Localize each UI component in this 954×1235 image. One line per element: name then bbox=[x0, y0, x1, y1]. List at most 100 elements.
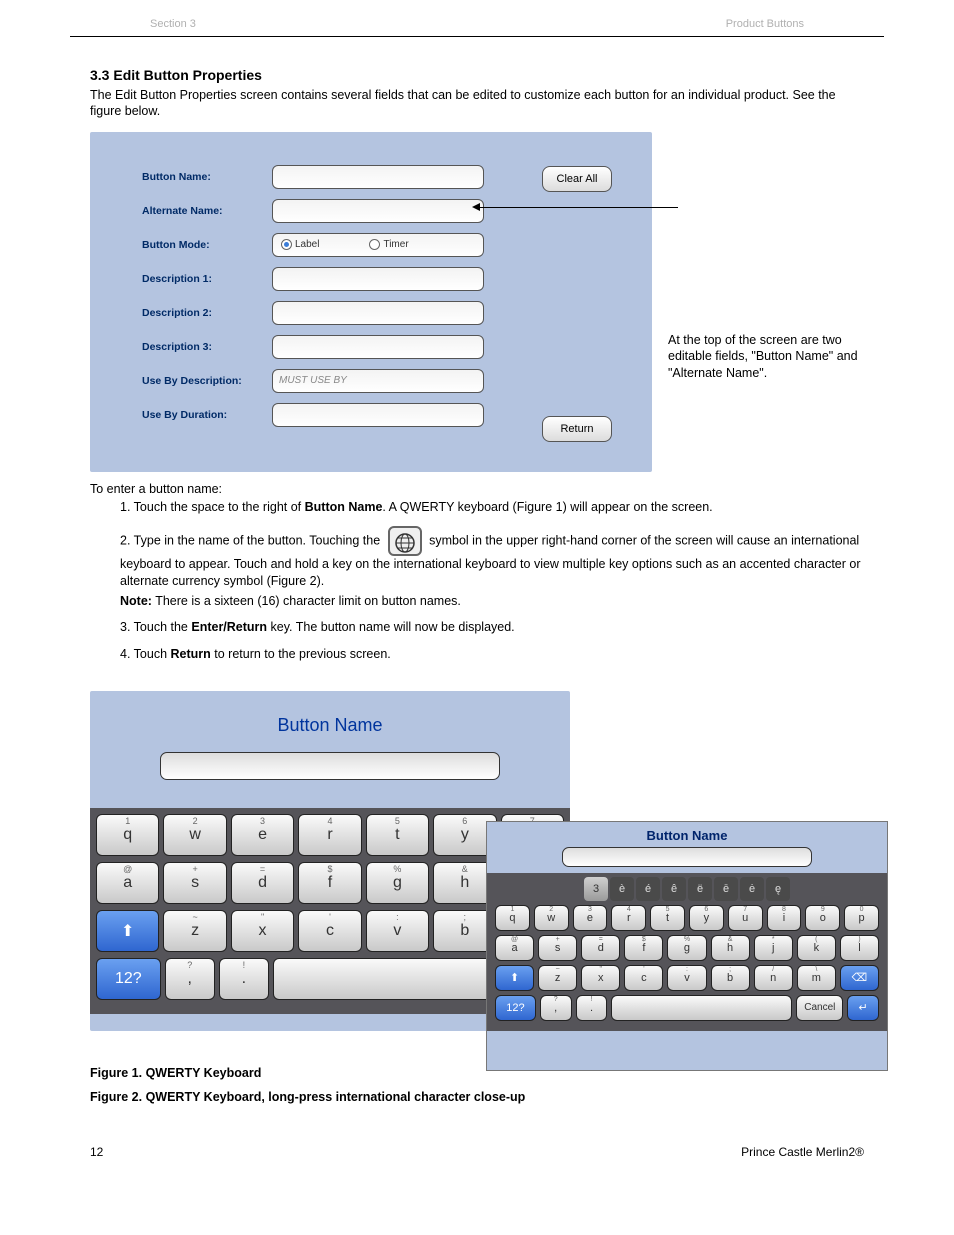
key-r[interactable]: 4r bbox=[611, 905, 646, 931]
key-z[interactable]: ~z bbox=[538, 965, 577, 991]
input-usebydesc[interactable] bbox=[272, 369, 484, 393]
key-⬆[interactable]: ⬆ bbox=[96, 910, 159, 952]
key-s[interactable]: +s bbox=[538, 935, 577, 961]
input-usebydur[interactable] bbox=[272, 403, 484, 427]
input-alternate-name[interactable] bbox=[272, 199, 484, 223]
key-.[interactable]: !. bbox=[219, 958, 269, 1000]
accent-key-ë[interactable]: ë bbox=[688, 877, 712, 901]
key-y[interactable]: 6y bbox=[689, 905, 724, 931]
kb1-input[interactable] bbox=[160, 752, 500, 780]
section-title: 3.3 Edit Button Properties bbox=[90, 67, 954, 83]
key-x[interactable]: "x bbox=[581, 965, 620, 991]
footer-product: Prince Castle Merlin2® bbox=[741, 1145, 864, 1159]
input-desc1[interactable] bbox=[272, 267, 484, 291]
callout-arrow bbox=[478, 207, 678, 208]
radio-label-option[interactable]: Label bbox=[281, 239, 319, 250]
page-header: Section 3 Product Buttons bbox=[70, 0, 884, 37]
input-desc2[interactable] bbox=[272, 301, 484, 325]
key-u[interactable]: 7u bbox=[728, 905, 763, 931]
key-↵[interactable]: ↵ bbox=[847, 995, 879, 1021]
key-c[interactable]: 'c bbox=[298, 910, 361, 952]
figure2-caption: Figure 2. QWERTY Keyboard, long-press in… bbox=[90, 1090, 525, 1104]
radio-icon bbox=[281, 239, 292, 250]
key-e[interactable]: 3e bbox=[231, 814, 294, 856]
input-button-name[interactable] bbox=[272, 165, 484, 189]
key-space[interactable] bbox=[611, 995, 792, 1021]
radio-timer-option[interactable]: Timer bbox=[369, 239, 408, 250]
key-s[interactable]: +s bbox=[163, 862, 226, 904]
key-p[interactable]: 0p bbox=[844, 905, 879, 931]
step-intro: To enter a button name: bbox=[90, 482, 864, 496]
label-usebydur: Use By Duration: bbox=[142, 409, 272, 421]
key-r[interactable]: 4r bbox=[298, 814, 361, 856]
key-,[interactable]: ?, bbox=[165, 958, 215, 1000]
key-c[interactable]: 'c bbox=[624, 965, 663, 991]
key-⬆[interactable]: ⬆ bbox=[495, 965, 534, 991]
radio-icon bbox=[369, 239, 380, 250]
step-1: 1. Touch the space to the right of Butto… bbox=[120, 500, 954, 514]
accent-key-ē[interactable]: ē bbox=[714, 877, 738, 901]
accent-key-è[interactable]: è bbox=[610, 877, 634, 901]
key-,[interactable]: ?, bbox=[540, 995, 572, 1021]
step-2: 2. Type in the name of the button. Touch… bbox=[120, 526, 864, 590]
kb2-title: Button Name bbox=[487, 822, 887, 843]
label-desc1: Description 1: bbox=[142, 273, 272, 285]
key-e[interactable]: 3e bbox=[573, 905, 608, 931]
key-b[interactable]: ;b bbox=[711, 965, 750, 991]
key-q[interactable]: 1q bbox=[96, 814, 159, 856]
key-⌫[interactable]: ⌫ bbox=[840, 965, 879, 991]
key-f[interactable]: $f bbox=[298, 862, 361, 904]
key-v[interactable]: :v bbox=[366, 910, 429, 952]
key-l[interactable]: )l bbox=[840, 935, 879, 961]
key-z[interactable]: ~z bbox=[163, 910, 226, 952]
header-section: Section 3 bbox=[150, 18, 196, 30]
key-i[interactable]: 8i bbox=[767, 905, 802, 931]
key-w[interactable]: 2w bbox=[534, 905, 569, 931]
clear-all-button[interactable]: Clear All bbox=[542, 166, 612, 192]
key-g[interactable]: %g bbox=[366, 862, 429, 904]
accent-key-é[interactable]: é bbox=[636, 877, 660, 901]
key-a[interactable]: @a bbox=[96, 862, 159, 904]
key-12?[interactable]: 12? bbox=[96, 958, 161, 1000]
button-mode-group: Label Timer bbox=[272, 233, 484, 257]
accent-key-ę[interactable]: ę bbox=[766, 877, 790, 901]
label-desc2: Description 2: bbox=[142, 307, 272, 319]
label-button-mode: Button Mode: bbox=[142, 239, 272, 251]
globe-icon bbox=[388, 526, 422, 556]
key-12?[interactable]: 12? bbox=[495, 995, 536, 1021]
key-n[interactable]: /n bbox=[754, 965, 793, 991]
accent-key-3[interactable]: 3 bbox=[584, 877, 608, 901]
key-t[interactable]: 5t bbox=[650, 905, 685, 931]
accent-key-ê[interactable]: ê bbox=[662, 877, 686, 901]
return-button[interactable]: Return bbox=[542, 416, 612, 442]
kb2-input[interactable] bbox=[562, 847, 812, 867]
accent-key-ė[interactable]: ė bbox=[740, 877, 764, 901]
key-Cancel[interactable]: Cancel bbox=[796, 995, 843, 1021]
keyboard-intl: Button Name 3èéêëēėę 1q2w3e4r5t6y7u8i9o0… bbox=[486, 821, 888, 1071]
key-q[interactable]: 1q bbox=[495, 905, 530, 931]
key-a[interactable]: @a bbox=[495, 935, 534, 961]
key-g[interactable]: %g bbox=[667, 935, 706, 961]
key-x[interactable]: "x bbox=[231, 910, 294, 952]
key-j[interactable]: *j bbox=[754, 935, 793, 961]
page-footer: 12 Prince Castle Merlin2® bbox=[90, 1145, 864, 1159]
header-title: Product Buttons bbox=[726, 18, 804, 30]
label-button-name: Button Name: bbox=[142, 171, 272, 183]
input-desc3[interactable] bbox=[272, 335, 484, 359]
step-note: Note: There is a sixteen (16) character … bbox=[120, 594, 954, 608]
callout-text: At the top of the screen are two editabl… bbox=[668, 332, 880, 383]
key-d[interactable]: =d bbox=[581, 935, 620, 961]
key-m[interactable]: \m bbox=[797, 965, 836, 991]
keyboard-figures: Button Name 1q2w3e4r5t6y7u @a+s=d$f%g&h*… bbox=[90, 691, 890, 1061]
key-h[interactable]: &h bbox=[711, 935, 750, 961]
key-f[interactable]: $f bbox=[624, 935, 663, 961]
key-w[interactable]: 2w bbox=[163, 814, 226, 856]
key-.[interactable]: !. bbox=[576, 995, 608, 1021]
key-k[interactable]: (k bbox=[797, 935, 836, 961]
edit-button-panel: Button Name: Alternate Name: Button Mode… bbox=[90, 132, 652, 472]
key-t[interactable]: 5t bbox=[366, 814, 429, 856]
key-d[interactable]: =d bbox=[231, 862, 294, 904]
key-v[interactable]: :v bbox=[667, 965, 706, 991]
key-o[interactable]: 9o bbox=[805, 905, 840, 931]
step-4: 4. Touch Return to return to the previou… bbox=[120, 647, 954, 661]
